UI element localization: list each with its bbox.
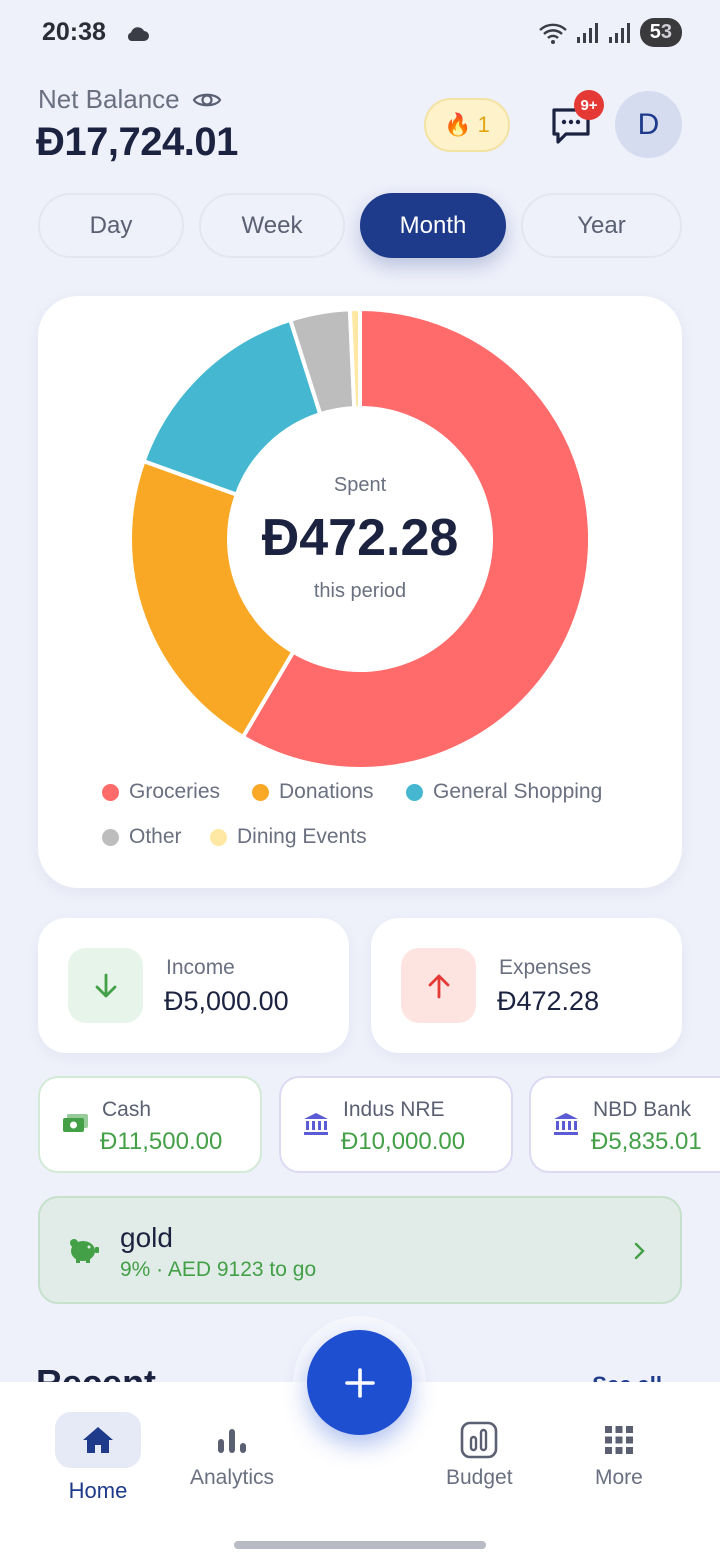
home-indicator <box>234 1541 486 1549</box>
battery-indicator: 53 <box>639 18 682 47</box>
legend-item: Dining Events <box>210 825 367 849</box>
expenses-card[interactable]: Expenses Đ472.28 <box>371 918 682 1053</box>
income-label: Income <box>166 956 235 979</box>
donut-slice-general-shopping[interactable] <box>141 317 323 498</box>
nav-analytics[interactable]: Analytics <box>190 1412 274 1490</box>
income-card[interactable]: Income Đ5,000.00 <box>38 918 349 1053</box>
wifi-icon <box>538 23 567 44</box>
income-icon-box <box>68 948 143 1023</box>
streak-badge[interactable]: 🔥 1 <box>424 98 510 152</box>
home-icon-pill <box>55 1412 141 1468</box>
bar-chart-icon <box>218 1429 247 1453</box>
expenses-label: Expenses <box>499 956 592 979</box>
legend-item: Donations <box>252 780 374 804</box>
goal-progress: 9% · AED 9123 to go <box>120 1258 317 1281</box>
signal-icon <box>576 22 598 43</box>
account-card-indus-nre[interactable]: Indus NRE Đ10,000.00 <box>279 1076 513 1173</box>
plus-icon <box>344 1367 375 1398</box>
account-card-cash[interactable]: Cash Đ11,500.00 <box>38 1076 262 1173</box>
notification-badge: 9+ <box>574 90 604 120</box>
legend-item: General Shopping <box>406 780 602 804</box>
tab-day[interactable]: Day <box>38 193 184 258</box>
piggy-bank-icon <box>70 1239 99 1263</box>
account-name: Cash <box>102 1098 152 1121</box>
tab-week[interactable]: Week <box>199 193 345 258</box>
chart-center-amount: Đ472.28 <box>261 509 459 567</box>
nav-more-label: More <box>595 1466 643 1489</box>
status-time: 20:38 <box>42 18 106 46</box>
legend-dot <box>210 828 227 846</box>
income-value: Đ5,000.00 <box>164 986 289 1016</box>
bank-icon <box>304 1113 328 1135</box>
legend-item: Groceries <box>102 780 220 804</box>
nav-home-label: Home <box>68 1478 128 1503</box>
signal-roaming-icon <box>608 22 630 43</box>
legend-dot <box>252 783 269 801</box>
cloud-icon <box>127 27 149 41</box>
legend-dot <box>102 783 119 801</box>
spending-chart-card: Spent Đ472.28 this period Groceries Dona… <box>38 296 682 888</box>
net-balance-label: Net Balance <box>38 84 222 115</box>
fire-icon: 🔥 <box>444 112 472 137</box>
chart-center-label: Spent <box>333 474 387 496</box>
savings-goal-card[interactable]: gold 9% · AED 9123 to go <box>38 1196 682 1304</box>
chevron-right-icon <box>634 1242 645 1260</box>
avatar[interactable]: D <box>615 91 682 158</box>
expenses-value: Đ472.28 <box>497 986 600 1016</box>
legend-dot <box>102 828 119 846</box>
account-balance: Đ5,835.01 <box>591 1128 702 1155</box>
tab-year[interactable]: Year <box>521 193 682 258</box>
nav-budget[interactable]: Budget <box>446 1412 513 1490</box>
add-transaction-button[interactable] <box>307 1330 412 1435</box>
eye-icon[interactable] <box>192 89 222 111</box>
account-name: NBD Bank <box>593 1098 692 1121</box>
nav-analytics-label: Analytics <box>190 1466 275 1489</box>
account-card-nbd-bank[interactable]: NBD Bank Đ5,835.01 <box>529 1076 720 1173</box>
arrow-down-icon <box>95 973 116 997</box>
nav-home[interactable]: Home <box>55 1412 141 1504</box>
tab-month[interactable]: Month <box>360 193 506 258</box>
account-balance: Đ11,500.00 <box>100 1128 223 1155</box>
budget-icon <box>460 1421 498 1459</box>
chart-center-period: this period <box>313 580 407 602</box>
legend-dot <box>406 783 423 801</box>
nav-budget-label: Budget <box>446 1466 513 1489</box>
nav-more[interactable]: More <box>595 1412 643 1490</box>
expenses-icon-box <box>401 948 476 1023</box>
bank-icon <box>554 1113 578 1135</box>
goal-name: gold <box>120 1222 173 1253</box>
cash-icon <box>63 1114 88 1132</box>
account-balance: Đ10,000.00 <box>341 1128 466 1155</box>
grid-icon <box>604 1426 633 1454</box>
legend-item: Other <box>102 825 182 849</box>
home-icon <box>83 1427 113 1453</box>
arrow-up-icon <box>428 974 449 998</box>
account-name: Indus NRE <box>343 1098 445 1121</box>
system-icons: 53 <box>538 18 682 47</box>
net-balance-amount: Đ17,724.01 <box>36 120 238 164</box>
